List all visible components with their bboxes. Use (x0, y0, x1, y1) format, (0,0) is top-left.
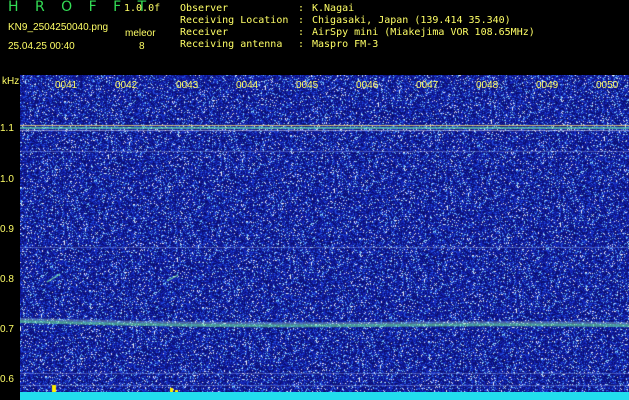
x-tick-label: 0041 (55, 80, 78, 91)
info-sep: : (298, 39, 305, 50)
header-panel: H R O F F T 1.0.0f KN9_2504250040.png me… (0, 0, 629, 75)
y-tick-label: 0.8 (0, 274, 14, 285)
info-row-antenna: Receiving antenna: Maspro FM-3 (180, 39, 535, 51)
info-sep: : (298, 27, 305, 38)
y-tick-label: 1.1 (0, 123, 14, 134)
y-tick-label: 0.9 (0, 224, 14, 235)
info-value: Chigasaki, Japan (139.414 35.340) (312, 15, 511, 26)
meleor-label: meleor (125, 28, 156, 39)
info-row-location: Receiving Location: Chigasaki, Japan (139… (180, 15, 535, 27)
datetime-label: 25.04.25 00:40 (8, 41, 75, 52)
info-row-receiver: Receiver: AirSpy mini (Miakejima VOR 108.… (180, 27, 535, 39)
info-key: Receiving antenna (180, 39, 283, 50)
x-tick-label: 0050 (596, 80, 619, 91)
y-tick-label: 1.0 (0, 174, 14, 185)
info-key: Receiver (180, 27, 229, 38)
meleor-count: 8 (139, 41, 145, 52)
x-tick-label: 0046 (356, 80, 379, 91)
info-key: Observer (180, 3, 229, 14)
x-tick-label: 0044 (236, 80, 259, 91)
filename-label: KN9_2504250040.png (8, 22, 109, 33)
station-info: Observer: K.Nagai Receiving Location: Chig… (180, 3, 535, 51)
x-tick-label: 0043 (176, 80, 199, 91)
info-sep: : (298, 15, 305, 26)
version-label: 1.0.0f (124, 3, 161, 14)
y-tick-label: 0.6 (0, 374, 14, 385)
info-key: Receiving Location (180, 15, 289, 26)
x-tick-label: 0042 (115, 80, 138, 91)
spectrogram (20, 75, 629, 400)
y-axis-unit: kHz (2, 76, 20, 87)
info-value: K.Nagai (312, 3, 355, 14)
info-value: Maspro FM-3 (312, 39, 379, 50)
y-tick-label: 0.7 (0, 324, 14, 335)
info-row-observer: Observer: K.Nagai (180, 3, 535, 15)
spectrogram-canvas (20, 75, 629, 400)
x-tick-label: 0048 (476, 80, 499, 91)
x-tick-label: 0049 (536, 80, 559, 91)
x-tick-label: 0047 (416, 80, 439, 91)
info-value: AirSpy mini (Miakejima VOR 108.65MHz) (312, 27, 535, 38)
bottom-bar (20, 392, 629, 400)
x-tick-label: 0045 (296, 80, 319, 91)
info-sep: : (298, 3, 305, 14)
